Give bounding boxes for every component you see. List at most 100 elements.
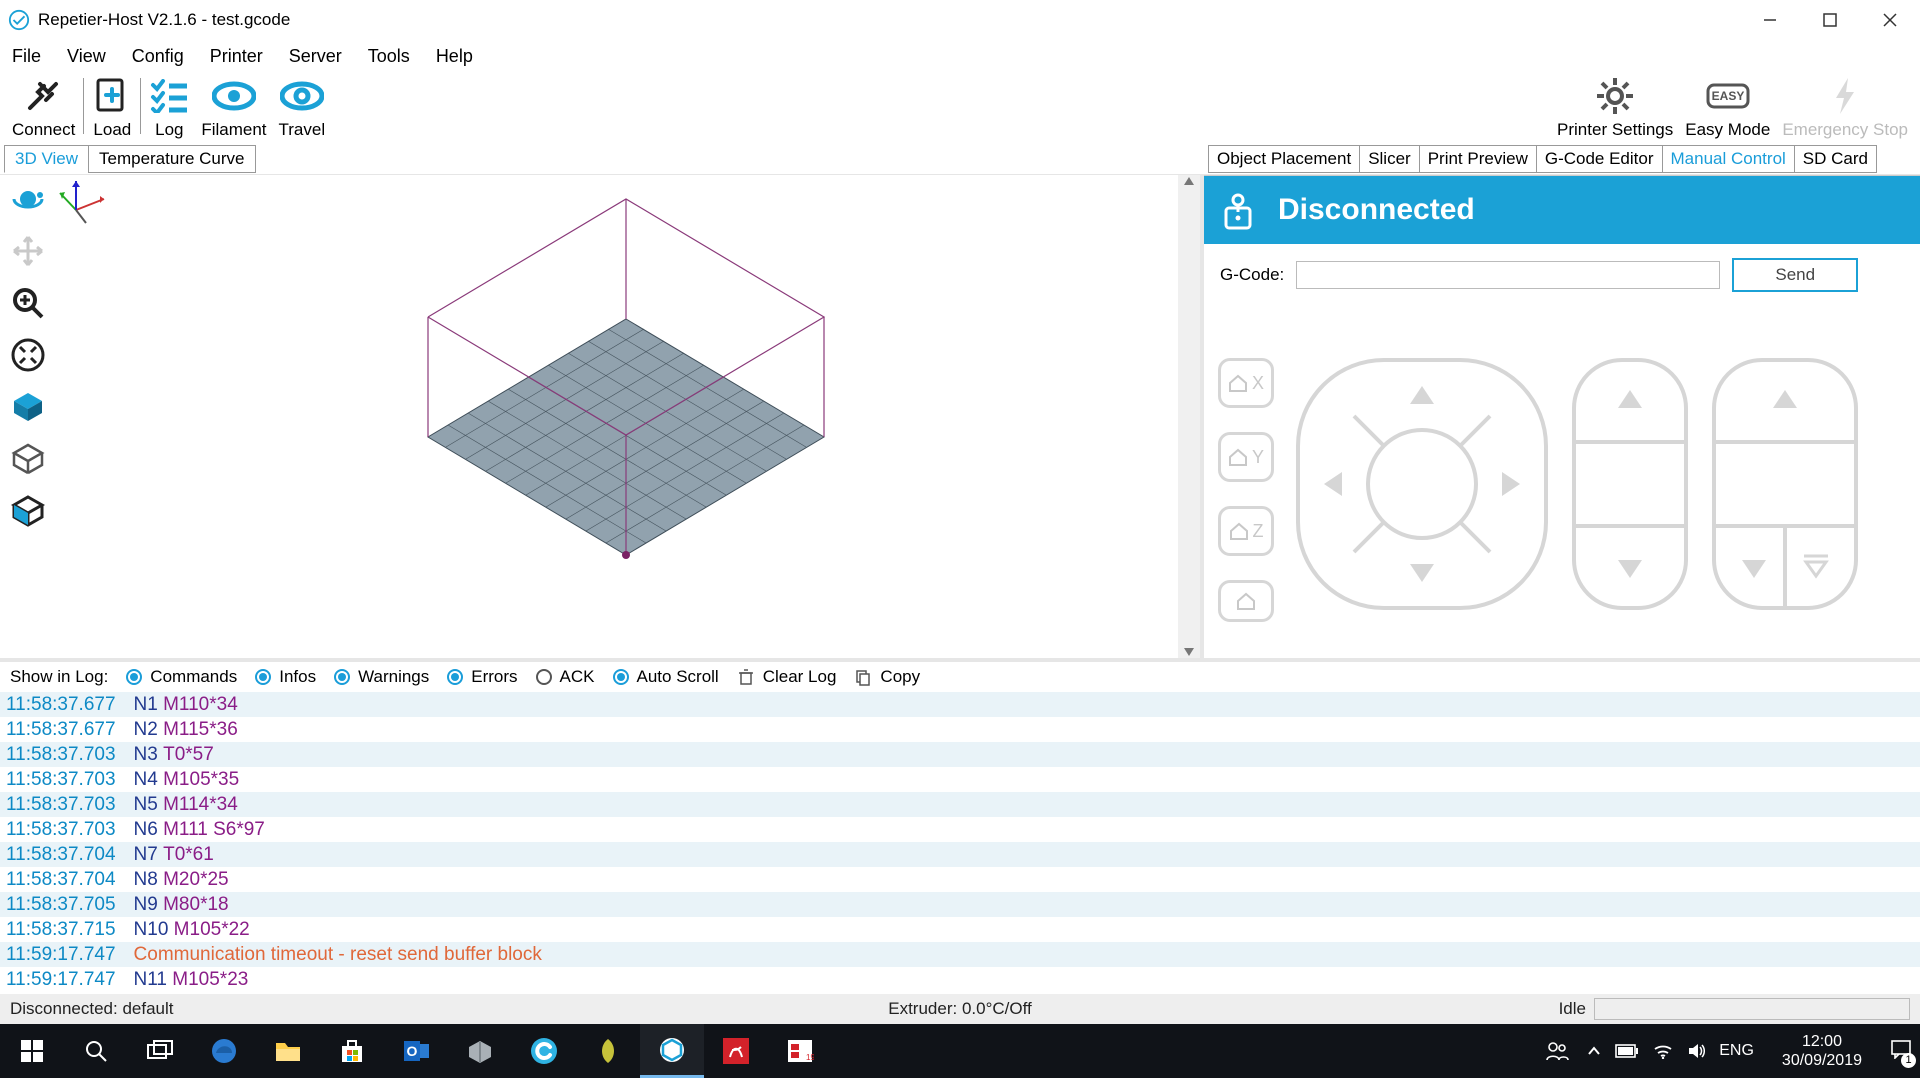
leaf-icon bbox=[596, 1037, 620, 1065]
travel-button[interactable]: Travel bbox=[273, 72, 332, 140]
right-tabs: Object Placement Slicer Print Preview G-… bbox=[1204, 144, 1920, 174]
search-button[interactable] bbox=[64, 1024, 128, 1078]
menu-server[interactable]: Server bbox=[289, 46, 342, 67]
taskbar-acrobat[interactable] bbox=[704, 1024, 768, 1078]
taskbar-store[interactable] bbox=[320, 1024, 384, 1078]
home-icon bbox=[1228, 374, 1248, 392]
status-extruder: Extruder: 0.0°C/Off bbox=[888, 999, 1032, 1019]
trash-icon bbox=[737, 668, 755, 686]
view-tabs: 3D View Temperature Curve bbox=[0, 144, 1204, 174]
easy-mode-button[interactable]: EASY Easy Mode bbox=[1679, 72, 1776, 140]
task-view-button[interactable] bbox=[128, 1024, 192, 1078]
wifi-icon[interactable] bbox=[1653, 1043, 1673, 1059]
tab-object-placement[interactable]: Object Placement bbox=[1208, 145, 1360, 173]
emergency-stop-button[interactable]: Emergency Stop bbox=[1776, 72, 1914, 140]
log-row: 11:58:37.703N5 M114*34 bbox=[0, 792, 1920, 817]
taskbar-app-yellow[interactable] bbox=[576, 1024, 640, 1078]
people-icon[interactable] bbox=[1545, 1040, 1569, 1062]
action-center-button[interactable]: 1 bbox=[1890, 1039, 1912, 1064]
taskbar-edge[interactable] bbox=[192, 1024, 256, 1078]
minimize-button[interactable] bbox=[1740, 0, 1800, 40]
toggle-autoscroll[interactable]: Auto Scroll bbox=[613, 667, 719, 687]
send-button[interactable]: Send bbox=[1732, 258, 1858, 292]
log-label: Log bbox=[155, 120, 183, 140]
menu-printer[interactable]: Printer bbox=[210, 46, 263, 67]
clear-log-button[interactable]: Clear Log bbox=[737, 667, 837, 687]
extruder-control[interactable] bbox=[1710, 356, 1860, 612]
toggle-errors[interactable]: Errors bbox=[447, 667, 517, 687]
toggle-infos[interactable]: Infos bbox=[255, 667, 316, 687]
load-button[interactable]: Load bbox=[86, 72, 138, 140]
toggle-commands[interactable]: Commands bbox=[126, 667, 237, 687]
log-output[interactable]: 11:58:37.677N1 M110*3411:58:37.677N2 M11… bbox=[0, 692, 1920, 994]
orbit-icon[interactable] bbox=[8, 179, 48, 219]
tab-manual-control[interactable]: Manual Control bbox=[1662, 145, 1795, 173]
taskbar-repetier[interactable] bbox=[640, 1024, 704, 1078]
taskbar-outlook[interactable]: O bbox=[384, 1024, 448, 1078]
tab-gcode-editor[interactable]: G-Code Editor bbox=[1536, 145, 1663, 173]
taskbar-explorer[interactable] bbox=[256, 1024, 320, 1078]
gcode-input[interactable] bbox=[1296, 261, 1720, 289]
windows-taskbar: O 19 ENG 12:00 30/09/2019 1 bbox=[0, 1024, 1920, 1078]
xy-joypad[interactable] bbox=[1294, 356, 1550, 612]
start-button[interactable] bbox=[0, 1024, 64, 1078]
connect-button[interactable]: Connect bbox=[6, 72, 81, 140]
log-filter-bar: Show in Log: Commands Infos Warnings Err… bbox=[0, 658, 1920, 692]
menu-tools[interactable]: Tools bbox=[368, 46, 410, 67]
tab-3d-view[interactable]: 3D View bbox=[4, 145, 89, 173]
z-control[interactable] bbox=[1570, 356, 1690, 612]
zoom-icon[interactable] bbox=[8, 283, 48, 323]
language-indicator[interactable]: ENG bbox=[1719, 1042, 1754, 1060]
home-z-button[interactable]: Z bbox=[1218, 506, 1274, 556]
toggle-ack[interactable]: ACK bbox=[536, 667, 595, 687]
chevron-up-icon[interactable] bbox=[1587, 1044, 1601, 1058]
connection-banner: Disconnected bbox=[1204, 176, 1920, 244]
easy-mode-label: Easy Mode bbox=[1685, 120, 1770, 140]
printer-settings-button[interactable]: Printer Settings bbox=[1551, 72, 1679, 140]
log-button[interactable]: Log bbox=[143, 72, 195, 140]
tab-print-preview[interactable]: Print Preview bbox=[1419, 145, 1537, 173]
printer-status-icon bbox=[1218, 188, 1258, 232]
log-row: 11:58:37.715N10 M105*22 bbox=[0, 917, 1920, 942]
log-row: 11:59:17.747Communication timeout - rese… bbox=[0, 942, 1920, 967]
tab-temperature-curve[interactable]: Temperature Curve bbox=[88, 145, 256, 173]
taskbar-clock[interactable]: 12:00 30/09/2019 bbox=[1772, 1032, 1872, 1070]
log-row: 11:59:17.747N11 M105*23 bbox=[0, 967, 1920, 992]
title-bar: Repetier-Host V2.1.6 - test.gcode bbox=[0, 0, 1920, 40]
view-3d-canvas[interactable] bbox=[56, 175, 1178, 658]
battery-icon[interactable] bbox=[1615, 1043, 1639, 1059]
iso-view-icon[interactable] bbox=[8, 387, 48, 427]
tab-sd-card[interactable]: SD Card bbox=[1794, 145, 1877, 173]
menu-help[interactable]: Help bbox=[436, 46, 473, 67]
menu-bar: File View Config Printer Server Tools He… bbox=[0, 40, 1920, 72]
volume-icon[interactable] bbox=[1687, 1042, 1705, 1060]
menu-config[interactable]: Config bbox=[132, 46, 184, 67]
menu-file[interactable]: File bbox=[12, 46, 41, 67]
fit-icon[interactable] bbox=[8, 335, 48, 375]
maximize-button[interactable] bbox=[1800, 0, 1860, 40]
gcode-send-row: G-Code: Send bbox=[1204, 244, 1920, 306]
log-row: 11:58:37.677N1 M110*34 bbox=[0, 692, 1920, 717]
outlook-icon: O bbox=[402, 1038, 430, 1064]
menu-view[interactable]: View bbox=[67, 46, 106, 67]
front-view-icon[interactable] bbox=[8, 491, 48, 531]
taskbar-solidworks[interactable]: 19 bbox=[768, 1024, 832, 1078]
filament-button[interactable]: Filament bbox=[195, 72, 272, 140]
home-icon bbox=[1229, 522, 1249, 540]
taskbar-cura[interactable] bbox=[512, 1024, 576, 1078]
home-y-button[interactable]: Y bbox=[1218, 432, 1274, 482]
copy-log-button[interactable]: Copy bbox=[854, 667, 920, 687]
task-view-icon bbox=[147, 1040, 173, 1062]
view-toolbar bbox=[0, 175, 56, 658]
pan-icon[interactable] bbox=[8, 231, 48, 271]
home-all-button[interactable] bbox=[1218, 580, 1274, 622]
toolbar-separator bbox=[140, 78, 141, 134]
tab-slicer[interactable]: Slicer bbox=[1359, 145, 1420, 173]
wireframe-icon[interactable] bbox=[8, 439, 48, 479]
app-icon bbox=[8, 9, 30, 31]
close-button[interactable] bbox=[1860, 0, 1920, 40]
svg-text:O: O bbox=[407, 1043, 418, 1059]
home-x-button[interactable]: X bbox=[1218, 358, 1274, 408]
toggle-warnings[interactable]: Warnings bbox=[334, 667, 429, 687]
taskbar-app-gray[interactable] bbox=[448, 1024, 512, 1078]
